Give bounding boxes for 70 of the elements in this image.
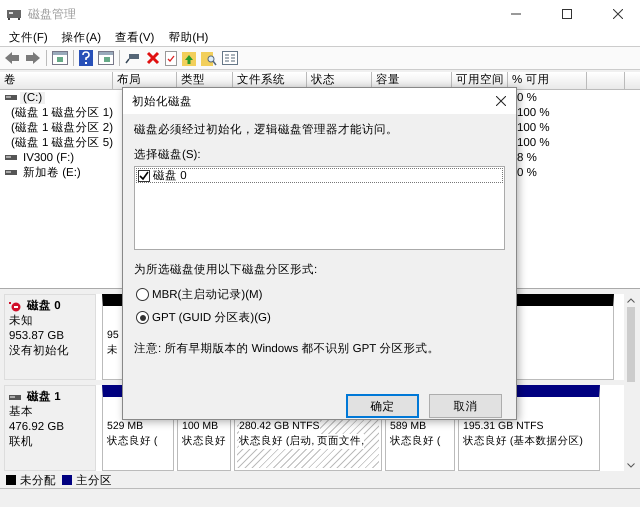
legend-label: 主分区: [76, 473, 112, 488]
drive-icon: [5, 170, 17, 175]
disk-size: 476.92 GB: [9, 420, 65, 435]
menu-item[interactable]: 帮助(H): [168, 30, 208, 44]
partition-size: 280.42 GB NTFS: [239, 419, 320, 434]
list-item[interactable]: 磁盘 0: [136, 168, 503, 183]
table-cell: 8 %: [517, 152, 537, 164]
field-label: 为所选磁盘使用以下磁盘分区形式:: [134, 262, 318, 277]
drive-icon: [9, 395, 21, 400]
folder-up-icon[interactable]: [182, 50, 196, 66]
table-cell[interactable]: 新加卷 (E:): [20, 165, 84, 180]
menu-item[interactable]: 文件(F): [9, 30, 48, 44]
back-arrow-icon[interactable]: [4, 51, 20, 65]
table-cell[interactable]: (磁盘 1 磁盘分区 1): [8, 105, 116, 120]
field-label: 选择磁盘(S):: [134, 148, 202, 162]
scroll-thumb[interactable]: [627, 307, 635, 382]
partition-status: 状态良好 (: [107, 434, 158, 449]
table-cell: 0 %: [517, 92, 537, 104]
delete-icon[interactable]: [146, 51, 160, 65]
disk-status: 联机: [9, 435, 34, 450]
radio-option[interactable]: GPT (GUID 分区表)(G): [134, 310, 505, 325]
disk-list[interactable]: 磁盘 0: [134, 166, 505, 250]
checkbox[interactable]: [138, 170, 150, 182]
scroll-down-icon[interactable]: [627, 463, 635, 468]
checklist-icon[interactable]: [165, 50, 177, 66]
table-cell: 0 %: [517, 166, 537, 178]
disk-name: 磁盘 0: [27, 299, 61, 314]
dialog-button[interactable]: 取消: [429, 394, 502, 418]
panel-icon[interactable]: [52, 51, 68, 65]
menu-item[interactable]: 查看(V): [115, 30, 154, 44]
disk-size: 953.87 GB: [9, 329, 65, 344]
dialog-button[interactable]: 确定: [346, 394, 419, 418]
partition-status: 状态良好 (: [390, 434, 440, 449]
partition-status: 状态良好 (启动, 页面文件,: [239, 434, 364, 449]
drive-icon: [5, 155, 17, 160]
partition-status: 状态良好 (基本数据分区): [463, 434, 583, 449]
warning-icon: [9, 302, 21, 312]
scroll-up-icon[interactable]: [627, 298, 635, 303]
table-cell[interactable]: IV300 (F:): [20, 152, 78, 164]
disk-type: 基本: [9, 405, 34, 420]
column-header[interactable]: 卷: [0, 72, 113, 89]
disk-name: 磁盘 1: [27, 390, 61, 405]
close-icon[interactable]: [613, 9, 623, 19]
disk-type: 未知: [9, 314, 34, 329]
dialog-message: 磁盘必须经过初始化，逻辑磁盘管理器才能访问。: [134, 122, 399, 137]
window-title: 磁盘管理: [28, 6, 76, 22]
close-icon[interactable]: [496, 96, 506, 106]
disk-drive-icon: [6, 7, 22, 21]
panel-icon[interactable]: [98, 51, 114, 65]
maximize-icon[interactable]: [562, 9, 572, 19]
drive-icon: [5, 95, 17, 100]
table-cell: 100 %: [517, 136, 550, 148]
properties-icon[interactable]: [222, 51, 238, 65]
disk-status: 没有初始化: [9, 344, 70, 359]
radio-option[interactable]: MBR(主启动记录)(M): [134, 287, 505, 302]
table-cell[interactable]: (C:): [20, 92, 46, 104]
table-cell: 100 %: [517, 122, 550, 134]
dialog-title: 初始化磁盘: [132, 94, 192, 108]
forward-arrow-icon[interactable]: [25, 51, 41, 65]
menu-item[interactable]: 操作(A): [62, 30, 102, 44]
help-icon[interactable]: [79, 50, 93, 66]
table-cell: 100 %: [517, 106, 550, 118]
folder-search-icon[interactable]: [201, 50, 217, 66]
disk-label-panel[interactable]: 磁盘 1 基本 476.92 GB 联机: [4, 385, 96, 471]
connect-icon[interactable]: [125, 51, 141, 65]
disk-label-panel[interactable]: 磁盘 0 未知 953.87 GB 没有初始化: [4, 294, 96, 380]
legend-label: 未分配: [20, 474, 56, 488]
table-cell[interactable]: (磁盘 1 磁盘分区 2): [8, 120, 116, 135]
table-cell[interactable]: (磁盘 1 磁盘分区 5): [8, 135, 116, 150]
note-text: 注意: 所有早期版本的 Windows 都不识别 GPT 分区形式。: [134, 341, 440, 356]
